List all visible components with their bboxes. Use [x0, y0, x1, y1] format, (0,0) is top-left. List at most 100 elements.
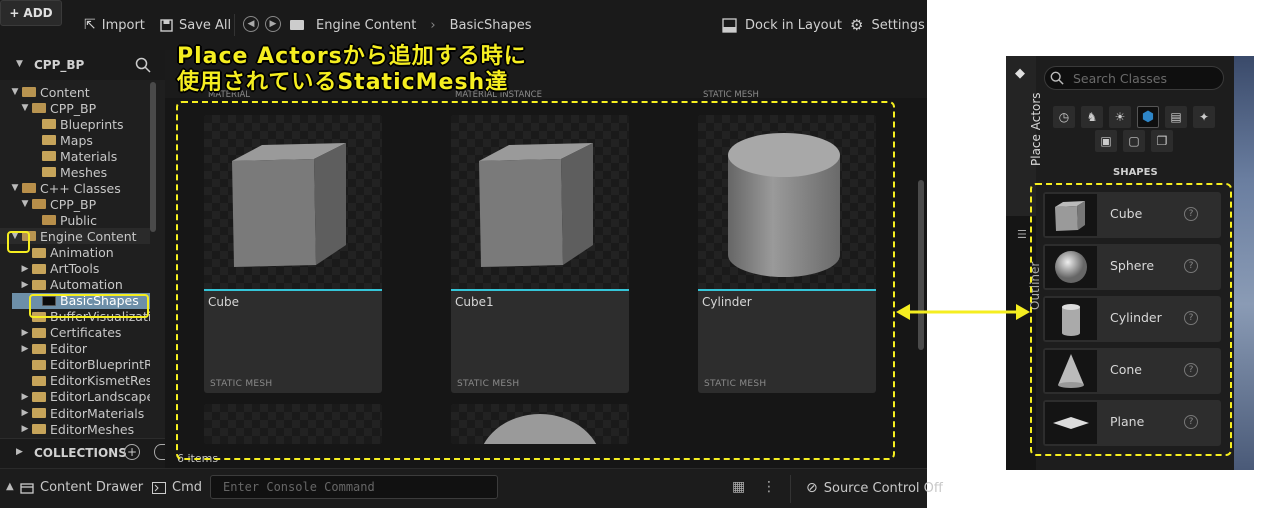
tree-item-label: ArtTools — [50, 261, 100, 277]
collapse-arrow-icon[interactable]: ▼ — [16, 59, 23, 69]
tree-item-public[interactable]: Public — [0, 212, 150, 228]
tree-item-materials[interactable]: Materials — [0, 148, 150, 164]
chevron-right-icon[interactable]: ▶ — [20, 392, 30, 402]
chevron-right-icon[interactable]: ▶ — [20, 264, 30, 274]
collections-header[interactable]: ▶ COLLECTIONS + — [0, 438, 168, 468]
toolbar-divider — [234, 14, 235, 36]
cmd-button[interactable]: Cmd — [152, 480, 202, 495]
basic-icon[interactable]: ♞ — [1081, 106, 1103, 128]
folder-icon — [32, 424, 46, 435]
tree-item-arttools[interactable]: ▶ ArtTools — [0, 261, 150, 277]
chevron-right-icon[interactable]: ▶ — [20, 424, 30, 434]
tree-item-label: Blueprints — [60, 116, 124, 132]
collections-label: COLLECTIONS — [34, 446, 127, 460]
tree-item-label: C++ Classes — [40, 180, 121, 196]
tree-item-editor[interactable]: ▶ Editor — [0, 341, 150, 357]
save-all-button[interactable]: Save All — [160, 12, 231, 38]
outliner-icon: ☰ — [1017, 228, 1027, 241]
volumes-icon[interactable]: ▢ — [1123, 130, 1145, 152]
chevron-down-icon[interactable]: ▼ — [10, 183, 20, 193]
annotation-highlight — [29, 294, 149, 318]
source-control-button[interactable]: ⊘ Source Control Off — [806, 480, 943, 496]
annotation-highlight — [7, 231, 30, 253]
breadcrumb-item-basicshapes[interactable]: BasicShapes — [450, 18, 532, 33]
chevron-down-icon[interactable]: ▼ — [20, 103, 30, 113]
add-collection-icon[interactable]: + — [124, 444, 140, 460]
tree-item-cpp-bp[interactable]: ▼ CPP_BP — [0, 196, 150, 212]
cinematic-icon[interactable]: ▤ — [1165, 106, 1187, 128]
sources-header[interactable]: ▼ CPP_BP — [0, 50, 165, 80]
folder-icon — [42, 167, 56, 178]
folder-icon — [32, 375, 46, 386]
gear-icon: ⚙ — [850, 16, 864, 34]
arrow-up-icon: ▲ — [6, 481, 14, 492]
tree-item-label: EditorMeshes — [50, 421, 135, 436]
content-drawer-button[interactable]: Content Drawer — [20, 480, 143, 495]
tree-item-editormaterials[interactable]: ▶ EditorMaterials — [0, 405, 150, 421]
tree-item-certificates[interactable]: ▶ Certificates — [0, 325, 150, 341]
tree-item-meshes[interactable]: Meshes — [0, 164, 150, 180]
derived-data-icon[interactable]: ▦ — [732, 479, 745, 495]
add-button[interactable]: + ADD — [0, 0, 62, 26]
tree-item-automation[interactable]: ▶ Automation — [0, 277, 150, 293]
status-divider — [790, 475, 791, 503]
visual-effects-icon[interactable]: ✦ — [1193, 106, 1215, 128]
tree-item-content[interactable]: ▼ Content — [0, 84, 150, 100]
tree-scrollbar[interactable] — [150, 82, 156, 232]
tree-item-label: Editor — [50, 341, 87, 357]
console-input[interactable]: Enter Console Command — [210, 475, 498, 499]
dock-in-layout-button[interactable]: Dock in Layout — [722, 12, 842, 38]
tree-item-editorkismetresources[interactable]: EditorKismetResources — [0, 373, 150, 389]
folder-icon — [42, 119, 56, 130]
shapes-icon[interactable]: ⬢ — [1137, 106, 1159, 128]
chevron-right-icon[interactable]: ▶ — [20, 344, 30, 354]
breadcrumb-separator-icon: › — [430, 17, 436, 33]
chevron-down-icon[interactable]: ▼ — [10, 87, 20, 97]
tree-item-cpp-bp[interactable]: ▼ CPP_BP — [0, 100, 150, 116]
terminal-icon — [152, 481, 166, 494]
folder-icon — [42, 215, 56, 226]
section-title: SHAPES — [1113, 167, 1158, 178]
chevron-right-icon[interactable]: ▶ — [20, 280, 30, 290]
recent-icon[interactable]: ◷ — [1053, 106, 1075, 128]
breadcrumb-item-engine-content[interactable]: Engine Content — [316, 18, 416, 33]
chevron-right-icon[interactable]: ▶ — [20, 328, 30, 338]
chevron-down-icon[interactable]: ▼ — [20, 199, 30, 209]
tree-item-editormeshes[interactable]: ▶ EditorMeshes — [0, 421, 150, 436]
search-classes-input[interactable]: Search Classes — [1044, 66, 1224, 90]
tree-item-editorlandscaperesources[interactable]: ▶ EditorLandscapeResources — [0, 389, 150, 405]
search-icon[interactable] — [135, 57, 151, 73]
content-drawer-icon — [20, 482, 34, 494]
tree-item-editorblueprintresources[interactable]: EditorBlueprintResources — [0, 357, 150, 373]
folder-icon — [32, 359, 46, 370]
tree-item-c-classes[interactable]: ▼ C++ Classes — [0, 180, 150, 196]
tree-item-label: Materials — [60, 148, 118, 164]
tree-item-label: EditorLandscapeResources — [50, 389, 150, 405]
import-icon: ⇱ — [84, 17, 96, 33]
lights-icon[interactable]: ☀ — [1109, 106, 1131, 128]
tree-item-label: Maps — [60, 132, 93, 148]
import-button[interactable]: ⇱ Import — [84, 12, 145, 38]
folder-icon — [22, 183, 36, 194]
annotation-dashed-box — [176, 101, 895, 460]
chevron-right-icon[interactable]: ▶ — [20, 408, 30, 418]
folder-icon — [32, 199, 46, 210]
settings-button[interactable]: ⚙ Settings — [850, 12, 925, 38]
folder-tree: ▼ Content ▼ CPP_BP Blueprints Maps Materials Me… — [0, 84, 150, 436]
all-classes-icon[interactable]: ❐ — [1151, 130, 1173, 152]
tree-item-blueprints[interactable]: Blueprints — [0, 116, 150, 132]
folder-icon — [32, 263, 46, 274]
double-arrow-icon — [896, 304, 1030, 320]
expand-arrow-icon[interactable]: ▶ — [16, 447, 23, 457]
sources-root-label: CPP_BP — [34, 58, 85, 72]
forward-icon[interactable]: ▶ — [265, 16, 281, 32]
folder-icon — [32, 103, 46, 114]
back-icon[interactable]: ◀ — [243, 16, 259, 32]
geometry-icon[interactable]: ▣ — [1095, 130, 1117, 152]
more-options-icon[interactable]: ⋮ — [762, 479, 776, 495]
folder-icon — [32, 343, 46, 354]
asset-view-scrollbar[interactable] — [918, 180, 924, 350]
tree-item-maps[interactable]: Maps — [0, 132, 150, 148]
viewport-edge — [1234, 56, 1254, 470]
disabled-icon: ⊘ — [806, 480, 818, 496]
